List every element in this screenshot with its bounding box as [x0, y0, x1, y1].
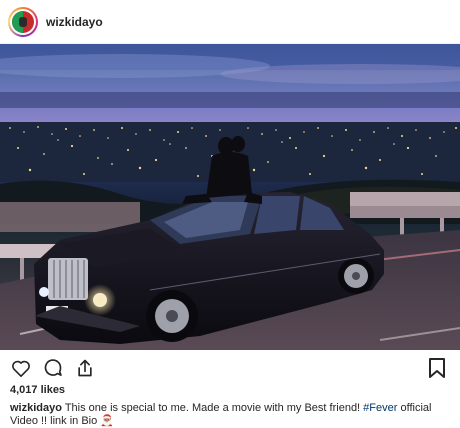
avatar[interactable]	[8, 6, 38, 37]
post-header: wizkidayo	[0, 0, 460, 44]
caption-username[interactable]: wizkidayo	[10, 402, 62, 414]
comment-icon[interactable]	[42, 357, 64, 379]
post-actions	[0, 355, 460, 381]
caption-text: This one is special to me. Made a movie …	[61, 402, 364, 414]
post-photo[interactable]	[0, 44, 460, 350]
bookmark-icon[interactable]	[428, 357, 448, 379]
hashtag-link[interactable]: #Fever	[363, 402, 397, 414]
car-night-photo	[0, 44, 460, 350]
post-username[interactable]: wizkidayo	[46, 15, 103, 29]
post-caption: wizkidayo This one is special to me. Mad…	[10, 402, 454, 428]
share-icon[interactable]	[74, 357, 96, 379]
profile-avatar-image	[12, 10, 34, 33]
heart-icon[interactable]	[10, 357, 32, 379]
likes-count[interactable]: 4,017 likes	[10, 384, 65, 396]
